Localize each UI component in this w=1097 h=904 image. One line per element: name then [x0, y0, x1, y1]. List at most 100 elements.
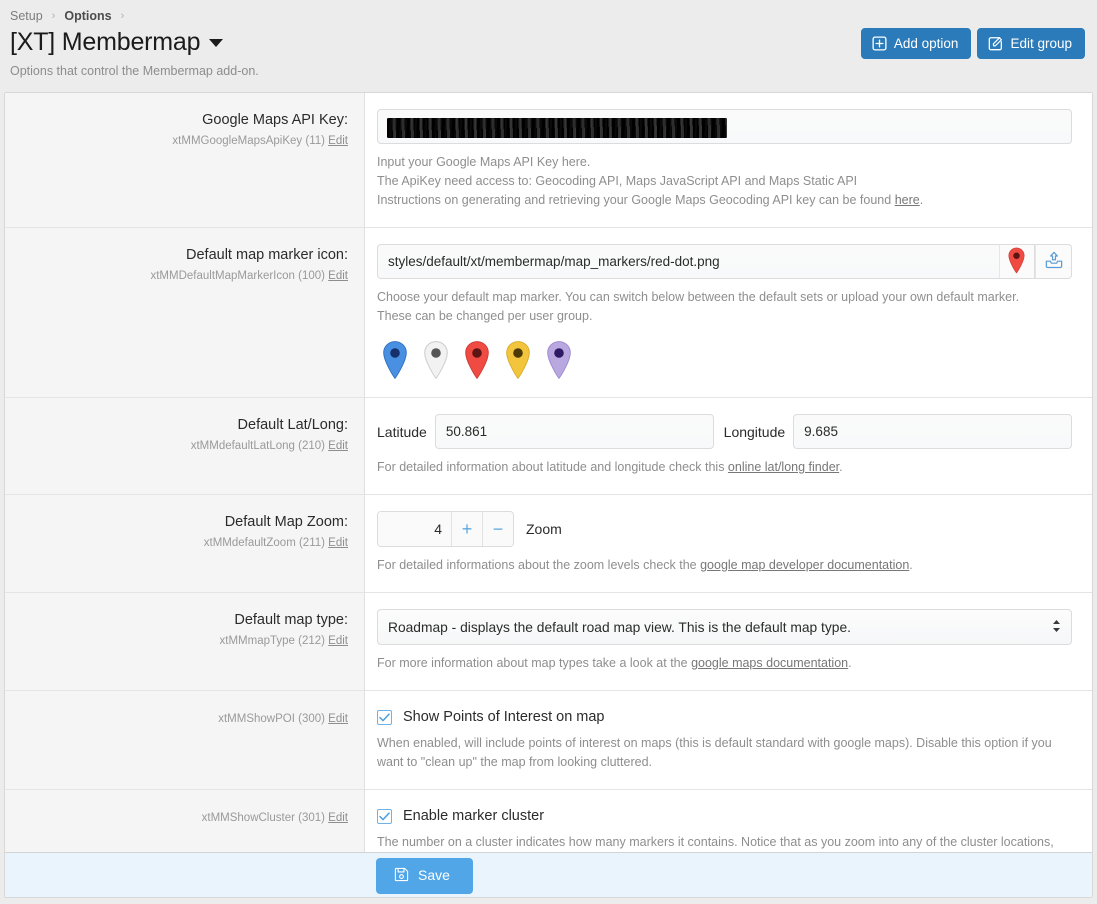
option-meta: xtMMdefaultLatLong (210) Edit [15, 439, 348, 454]
hint-text-post: . [909, 558, 912, 572]
show-poi-checkbox-row: Show Points of Interest on map [377, 707, 1072, 725]
edit-link[interactable]: Edit [328, 135, 348, 147]
option-id: xtMMmapType (212) [220, 635, 325, 647]
zoom-stepper-row: + − Zoom [377, 511, 1072, 547]
zoom-unit-label: Zoom [526, 521, 562, 537]
marker-choice-red[interactable] [463, 340, 491, 380]
google-maps-api-key-input[interactable] [377, 109, 1072, 144]
upload-icon [1044, 250, 1064, 273]
api-key-docs-link[interactable]: here [895, 193, 920, 207]
longitude-label: Longitude [714, 424, 794, 440]
option-row-latlong: Default Lat/Long: xtMMdefaultLatLong (21… [5, 398, 1092, 495]
page-title: [XT] Membermap [10, 28, 200, 57]
option-row-show-cluster: xtMMShowCluster (301) Edit Enable marker… [5, 790, 1092, 852]
page-header: Setup › Options › [XT] Membermap Options… [0, 0, 1097, 86]
caret-down-icon[interactable] [209, 39, 223, 47]
longitude-input[interactable] [793, 414, 1072, 449]
add-option-button[interactable]: Add option [861, 28, 972, 59]
edit-link[interactable]: Edit [328, 713, 348, 725]
option-title: Default Map Zoom: [15, 513, 348, 532]
pencil-square-icon [988, 36, 1003, 51]
option-row-map-type: Default map type: xtMMmapType (212) Edit… [5, 593, 1092, 691]
option-meta: xtMMShowPOI (300) Edit [15, 712, 348, 727]
map-type-docs-link[interactable]: google maps documentation [691, 656, 848, 670]
option-id: xtMMShowCluster (301) [202, 812, 325, 824]
option-hint: When enabled, will include points of int… [377, 734, 1072, 772]
hint-text-post: . [839, 460, 842, 474]
hint-text-post: . [848, 656, 851, 670]
save-label: Save [418, 868, 450, 883]
save-button[interactable]: Save [376, 858, 473, 894]
option-title: Default map marker icon: [15, 246, 348, 265]
header-actions: Add option Edit group [861, 28, 1085, 59]
option-title: Default Lat/Long: [15, 416, 348, 435]
edit-link[interactable]: Edit [328, 270, 348, 282]
option-label-cell: Google Maps API Key: xtMMGoogleMapsApiKe… [5, 93, 365, 227]
option-meta: xtMMmapType (212) Edit [15, 634, 348, 649]
hint-text-pre: For more information about map types tak… [377, 656, 691, 670]
plus-box-icon [872, 36, 887, 51]
zoom-decrement-button[interactable]: − [482, 512, 513, 546]
edit-link[interactable]: Edit [328, 635, 348, 647]
redacted-value-overlay [387, 118, 727, 138]
option-hint: Choose your default map marker. You can … [377, 288, 1072, 326]
option-label-cell: Default Map Zoom: xtMMdefaultZoom (211) … [5, 495, 365, 592]
option-hint: Input your Google Maps API Key here. The… [377, 153, 1072, 210]
page-subtitle: Options that control the Membermap add-o… [8, 64, 1085, 78]
options-row-list: Google Maps API Key: xtMMGoogleMapsApiKe… [5, 93, 1092, 852]
option-title: Default map type: [15, 611, 348, 630]
option-field-cell: Roadmap - displays the default road map … [365, 593, 1092, 690]
hint-line-2: The ApiKey need access to: Geocoding API… [377, 172, 1072, 191]
hint-line-1: Choose your default map marker. You can … [377, 288, 1072, 307]
zoom-increment-button[interactable]: + [451, 512, 482, 546]
option-meta: xtMMdefaultZoom (211) Edit [15, 536, 348, 551]
marker-choice-yellow[interactable] [504, 340, 532, 380]
map-type-select[interactable]: Roadmap - displays the default road map … [377, 609, 1072, 645]
option-label-cell: Default map marker icon: xtMMDefaultMapM… [5, 228, 365, 397]
zoom-value-input[interactable] [378, 512, 451, 546]
marker-choice-blue[interactable] [381, 340, 409, 380]
option-meta: xtMMGoogleMapsApiKey (11) Edit [15, 134, 348, 149]
map-type-select-wrap: Roadmap - displays the default road map … [377, 609, 1072, 645]
breadcrumb: Setup › Options › [8, 8, 1085, 24]
edit-link[interactable]: Edit [328, 440, 348, 452]
option-hint: For more information about map types tak… [377, 654, 1072, 673]
breadcrumb-item-options[interactable]: Options [64, 8, 111, 24]
show-cluster-checkbox[interactable] [377, 809, 392, 824]
breadcrumb-item-setup[interactable]: Setup [10, 8, 43, 24]
latitude-input[interactable] [435, 414, 714, 449]
option-id: xtMMShowPOI (300) [218, 713, 325, 725]
show-cluster-checkbox-row: Enable marker cluster [377, 806, 1072, 824]
save-floppy-icon [394, 867, 409, 885]
marker-icon-input-group [377, 244, 1072, 279]
option-hint: For detailed informations about the zoom… [377, 556, 1072, 575]
hint-line-2: These can be changed per user group. [377, 307, 1072, 326]
option-hint: For detailed information about latitude … [377, 458, 1072, 477]
check-icon [379, 812, 390, 821]
show-cluster-label: Enable marker cluster [403, 808, 544, 824]
option-field-cell: Choose your default map marker. You can … [365, 228, 1092, 397]
option-row-api-key: Google Maps API Key: xtMMGoogleMapsApiKe… [5, 93, 1092, 228]
marker-choice-white[interactable] [422, 340, 450, 380]
upload-marker-button[interactable] [1035, 244, 1072, 279]
breadcrumb-separator-icon: › [121, 8, 125, 24]
marker-icon-path-input[interactable] [377, 244, 999, 279]
edit-group-button[interactable]: Edit group [977, 28, 1085, 59]
latlong-field-group: Latitude Longitude [377, 414, 1072, 449]
marker-choice-row [377, 340, 1072, 380]
hint-text-pre: For detailed information about latitude … [377, 460, 728, 474]
marker-choice-purple[interactable] [545, 340, 573, 380]
edit-group-label: Edit group [1010, 37, 1072, 51]
zoom-docs-link[interactable]: google map developer documentation [700, 558, 909, 572]
edit-link[interactable]: Edit [328, 537, 348, 549]
edit-link[interactable]: Edit [328, 812, 348, 824]
latlong-finder-link[interactable]: online lat/long finder [728, 460, 839, 474]
option-title: Google Maps API Key: [15, 111, 348, 130]
option-row-map-zoom: Default Map Zoom: xtMMdefaultZoom (211) … [5, 495, 1092, 593]
hint-text-pre: For detailed informations about the zoom… [377, 558, 700, 572]
hint-text-pre: Instructions on generating and retrievin… [377, 193, 895, 207]
check-icon [379, 713, 390, 722]
show-poi-checkbox[interactable] [377, 710, 392, 725]
option-label-cell: xtMMShowPOI (300) Edit [5, 691, 365, 789]
map-pin-icon [1007, 247, 1026, 277]
